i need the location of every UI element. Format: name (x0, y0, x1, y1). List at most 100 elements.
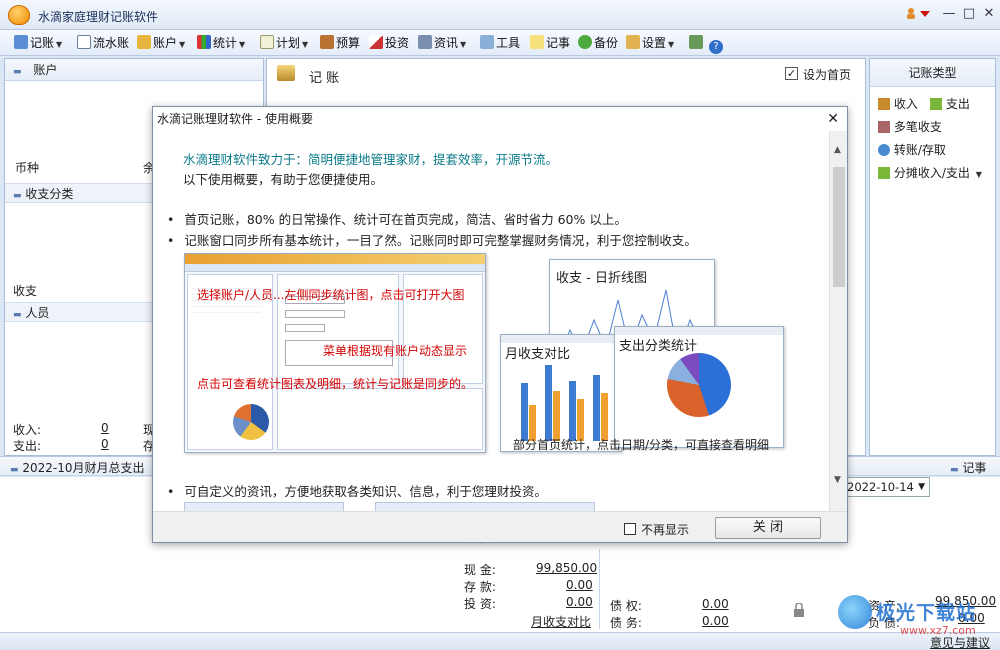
set-home-checkbox[interactable]: ✓ (785, 67, 798, 80)
trend-icon (369, 35, 383, 49)
dropdown-arrow-icon[interactable] (920, 11, 930, 17)
annotation-click-charts: 点击可查看统计图表及明细，统计与记账是同步的。 (197, 377, 474, 391)
cash-label: 现 金: (464, 563, 496, 577)
income-total-value[interactable]: 0 (101, 421, 109, 435)
charts-caption: 部分首页统计，点击日期/分类，可直接查看明细 (513, 438, 770, 452)
folder-icon (137, 35, 151, 49)
bookkeeping-icon (277, 65, 295, 81)
currency-label: 币种 (15, 161, 40, 175)
investment-label: 投 资: (464, 597, 496, 611)
close-window-button[interactable]: ✕ (978, 4, 1000, 24)
investment-value[interactable]: 0.00 (566, 595, 593, 609)
bullet-3: • 可自定义的资讯，方便地获取各类知识、信息，利于您理财投资。 (167, 484, 547, 499)
calendar-icon (260, 35, 274, 49)
toolbar-notes[interactable]: 记事 (530, 34, 570, 52)
toolbar-news[interactable]: 资讯 ▼ (418, 34, 466, 52)
accounts-header: ▬ 账户 (5, 59, 263, 81)
news-icon (418, 35, 432, 49)
news-thumbnail-right (375, 502, 595, 511)
split-entry-button[interactable]: 分摊收入/支出 ▼ (878, 164, 982, 181)
cash-value[interactable]: 99,850.00 (536, 561, 597, 575)
toolbar-journal[interactable]: 流水账 (77, 34, 129, 52)
tools-icon (480, 35, 494, 49)
scroll-down-icon[interactable]: ▼ (834, 475, 841, 485)
watermark-text: 极光下载站 (876, 602, 977, 624)
dialog-close-icon[interactable]: ✕ (827, 107, 839, 131)
monthly-chart-title: 月收支对比 (505, 347, 571, 362)
expense-total-label: 支出: (13, 439, 42, 453)
no-show-label: 不再显示 (641, 523, 690, 537)
watermark-logo-icon (838, 595, 872, 629)
dialog-footer: 不再显示 关 闭 (153, 511, 847, 542)
dialog-title-bar: 水滴记账理财软件 - 使用概要 ✕ (153, 107, 847, 131)
bullet-1: • 首页记账，80% 的日常操作、统计可在首页完成，简洁、省时省力 60% 以上… (167, 212, 627, 227)
lock-icon[interactable] (793, 602, 805, 617)
expense-icon (930, 98, 942, 110)
scroll-up-icon[interactable]: ▲ (834, 145, 841, 155)
toolbar-bookkeeping[interactable]: 记账 ▼ (14, 34, 62, 52)
income-expense-label: 收支 (13, 284, 38, 298)
intro-line-1: 水滴理财软件致力于：简明便捷地管理家财，提套效率，开源节流。 (183, 152, 559, 167)
set-home-label: 设为首页 (803, 68, 852, 82)
transfer-icon (878, 144, 890, 156)
split-icon (878, 167, 890, 179)
help-icon: ? (709, 40, 723, 54)
daily-chart-title: 收支 - 日折线图 (556, 271, 647, 286)
debt-value[interactable]: 0.00 (702, 614, 729, 628)
date-picker[interactable]: 2022-10-14 ▼ (842, 477, 930, 497)
news-thumbnail-left (184, 502, 344, 511)
expense-total-value[interactable]: 0 (101, 437, 109, 451)
income-icon (878, 98, 890, 110)
deposit-value[interactable]: 0.00 (566, 578, 593, 592)
annotation-menu-dynamic: 菜单根据现有账户动态显示 (323, 344, 468, 358)
transfer-button[interactable]: 转账/存取 (878, 141, 946, 158)
dialog-scrollbar[interactable]: ▲ ▼ (829, 131, 847, 511)
divider (599, 549, 600, 629)
calculator-icon (689, 35, 703, 49)
dialog-body: 水滴理财软件致力于：简明便捷地管理家财，提套效率，开源节流。 以下使用概要，有助… (153, 131, 847, 511)
scroll-thumb[interactable] (833, 167, 845, 287)
maximize-button[interactable]: □ (958, 4, 980, 24)
toolbar: 记账 ▼ 流水账 账户 ▼ 统计 ▼ 计划 ▼ 预算 投资 资讯 ▼ 工具 记事 备份 设… (0, 30, 1000, 56)
intro-line-2: 以下使用概要，有助于您便捷使用。 (183, 172, 384, 187)
entry-type-header: 记账类型 (870, 59, 995, 87)
user-icon[interactable] (905, 7, 917, 19)
budget-icon (320, 35, 334, 49)
minimize-button[interactable]: — (938, 4, 960, 24)
debt-label: 债 务: (610, 616, 642, 630)
toolbar-budget[interactable]: 预算 (320, 34, 360, 52)
calculator-button[interactable] (689, 34, 705, 52)
dialog-close-button[interactable]: 关 闭 (715, 517, 821, 539)
ledger-icon (77, 35, 91, 49)
window-title: 水滴家庭理财记账软件 (38, 10, 159, 24)
multi-entry-icon (878, 121, 890, 133)
notes-header[interactable]: ▬ 记事 (950, 459, 986, 476)
monthly-expense-header[interactable]: ▬ 2022-10月财月总支出 (10, 459, 144, 476)
watermark-url: www.xz7.com (900, 624, 976, 637)
no-show-checkbox[interactable] (624, 523, 636, 535)
toolbar-accounts[interactable]: 账户 ▼ (137, 34, 185, 52)
multi-entry-button[interactable]: 多笔收支 (878, 118, 942, 135)
toolbar-plan[interactable]: 计划 ▼ (260, 34, 308, 52)
bar-chart-icon (197, 35, 211, 49)
bookkeeping-title: 记 账 (309, 71, 340, 86)
bullet-2: • 记账窗口同步所有基本统计，一目了然。记账同时即可完整掌握财务情况，利于您控制… (167, 233, 697, 248)
income-type-button[interactable]: 收入 (878, 95, 918, 112)
title-bar: 水滴家庭理财记账软件 — □ ✕ (0, 0, 1000, 30)
help-button[interactable]: ? (709, 34, 725, 54)
toolbar-investment[interactable]: 投资 (369, 34, 409, 52)
toolbar-statistics[interactable]: 统计 ▼ (197, 34, 245, 52)
note-icon (530, 35, 544, 49)
usage-overview-dialog: 水滴记账理财软件 - 使用概要 ✕ 水滴理财软件致力于：简明便捷地管理家财，提套… (152, 106, 848, 543)
income-total-label: 收入: (13, 423, 42, 437)
toolbar-backup[interactable]: 备份 (578, 34, 618, 52)
monthly-compare-link[interactable]: 月收支对比 (531, 613, 591, 630)
dialog-title: 水滴记账理财软件 - 使用概要 (157, 112, 313, 126)
pie-chart-graphic (667, 353, 731, 417)
right-panel: 记账类型 收入 支出 多笔收支 转账/存取 分摊收入/支出 ▼ (869, 58, 996, 456)
annotation-account-select: 选择账户/人员...左侧同步统计图，点击可打开大图 (197, 288, 465, 302)
credit-value[interactable]: 0.00 (702, 597, 729, 611)
toolbar-settings[interactable]: 设置 ▼ (626, 34, 674, 52)
toolbar-tools[interactable]: 工具 (480, 34, 520, 52)
expense-type-button[interactable]: 支出 (930, 95, 970, 112)
